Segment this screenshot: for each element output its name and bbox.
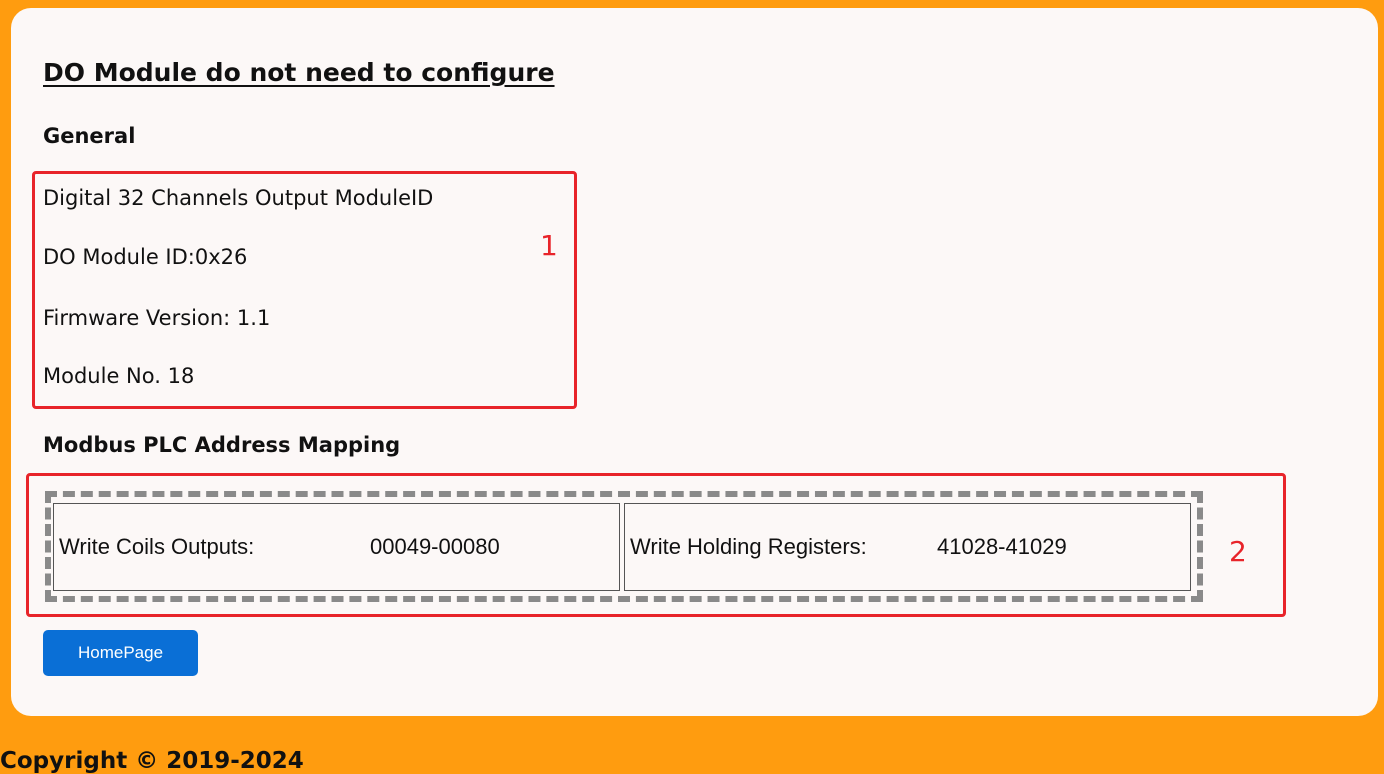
module-id-value: 0x26 [194, 245, 248, 269]
module-description: Digital 32 Channels Output ModuleID [43, 186, 433, 210]
coils-mapping-cell: Write Coils Outputs: 00049-00080 [53, 503, 620, 591]
page-title: DO Module do not need to configure [43, 58, 555, 87]
modbus-mapping-table: Write Coils Outputs: 00049-00080 Write H… [45, 491, 1203, 602]
firmware-version-label: Firmware Version: [43, 306, 231, 330]
annotation-marker-2: 2 [1229, 535, 1247, 568]
general-heading: General [43, 124, 136, 148]
annotation-marker-1: 1 [540, 229, 558, 262]
content-card: DO Module do not need to configure Gener… [11, 8, 1378, 716]
module-id-label: DO Module ID: [43, 245, 195, 269]
module-description-text: Digital 32 Channels Output ModuleID [43, 186, 434, 210]
registers-mapping-cell: Write Holding Registers: 41028-41029 [624, 503, 1191, 591]
module-id-row: DO Module ID:0x26 [43, 245, 247, 269]
module-number-value: 18 [167, 364, 195, 388]
registers-address-range: 41028-41029 [937, 534, 1067, 559]
module-number-label: Module No. [43, 364, 161, 388]
firmware-version-row: Firmware Version: 1.1 [43, 306, 270, 330]
copyright-footer: Copyright © 2019-2024 [0, 748, 304, 774]
coils-label: Write Coils Outputs: [59, 534, 255, 559]
modbus-mapping-heading: Modbus PLC Address Mapping [43, 433, 401, 457]
registers-label: Write Holding Registers: [630, 534, 867, 559]
homepage-button[interactable]: HomePage [43, 630, 198, 676]
coils-address-range: 00049-00080 [370, 534, 500, 559]
module-number-row: Module No. 18 [43, 364, 194, 388]
firmware-version-value: 1.1 [236, 306, 271, 330]
